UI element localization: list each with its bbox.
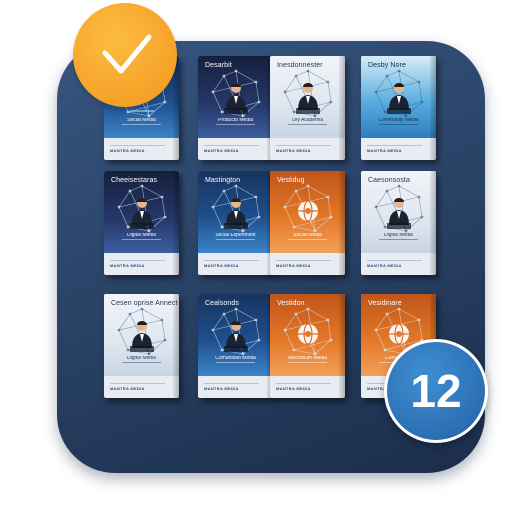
book-subtitle: Digital Media: [118, 233, 165, 240]
book-card[interactable]: Caesonsosta Digital Media MANTRA MEDIA: [361, 171, 436, 275]
publisher-label: MANTRA MEDIA: [276, 148, 311, 153]
book-card[interactable]: Cealsonds Comunidad Media MANTRA MEDIA: [198, 294, 273, 398]
book-subtitle: Social Experiment: [212, 233, 259, 240]
book-subtitle: Producto Media: [212, 118, 259, 125]
divider: [276, 145, 331, 146]
checkmark-icon: [102, 34, 152, 74]
book-cover: Vestidon Neconsum Media: [270, 294, 345, 376]
person-icon: [130, 198, 154, 229]
book-cover: Caesonsosta Digital Media: [361, 171, 436, 253]
book-cover: Inesdonnester Ley Academia: [270, 56, 345, 138]
divider: [276, 260, 331, 261]
person-icon: [387, 198, 411, 229]
divider: [367, 145, 422, 146]
count-badge: 12: [384, 339, 488, 443]
person-icon: [130, 321, 154, 352]
book-cover: Vestidug Social Media: [270, 171, 345, 253]
book-card[interactable]: Mastington Social Experiment MANTRA MEDIA: [198, 171, 273, 275]
divider: [110, 383, 165, 384]
publisher-label: MANTRA MEDIA: [110, 148, 145, 153]
divider: [204, 383, 259, 384]
divider: [110, 145, 165, 146]
globe-icon: [298, 323, 318, 345]
publisher-label: MANTRA MEDIA: [204, 148, 239, 153]
book-subtitle: Digital Media: [118, 356, 165, 363]
divider: [204, 145, 259, 146]
globe-icon: [298, 200, 318, 222]
person-icon: [224, 83, 248, 114]
book-cover: Mastington Social Experiment: [198, 171, 273, 253]
book-subtitle: Comunidad Media: [212, 356, 259, 363]
person-icon: [224, 198, 248, 229]
divider: [367, 260, 422, 261]
publisher-label: MANTRA MEDIA: [110, 263, 145, 268]
book-card[interactable]: Inesdonnester Ley Academia MANTRA MEDIA: [270, 56, 345, 160]
book-cover: Cealsonds Comunidad Media: [198, 294, 273, 376]
publisher-label: MANTRA MEDIA: [276, 263, 311, 268]
book-subtitle: Ley Academia: [284, 118, 331, 125]
book-card[interactable]: Vestidug Social Media MANTRA MEDIA: [270, 171, 345, 275]
person-icon: [296, 83, 320, 114]
book-card[interactable]: Desby Nore Community Media MANTRA MEDIA: [361, 56, 436, 160]
book-cover: Desarbit Producto Media: [198, 56, 273, 138]
book-cover: Cesen oprise Annect Digital Media: [104, 294, 179, 376]
divider: [110, 260, 165, 261]
book-subtitle: Neconsum Media: [284, 356, 331, 363]
book-card[interactable]: Cheeisestaras Digital Media MANTRA MEDIA: [104, 171, 179, 275]
book-cover: Cheeisestaras Digital Media: [104, 171, 179, 253]
publisher-label: MANTRA MEDIA: [204, 263, 239, 268]
book-card[interactable]: Vestidon Neconsum Media MANTRA MEDIA: [270, 294, 345, 398]
book-subtitle: Social Media: [284, 233, 331, 240]
publisher-label: MANTRA MEDIA: [276, 386, 311, 391]
book-card[interactable]: Desarbit Producto Media MANTRA MEDIA: [198, 56, 273, 160]
publisher-label: MANTRA MEDIA: [110, 386, 145, 391]
divider: [204, 260, 259, 261]
publisher-label: MANTRA MEDIA: [204, 386, 239, 391]
person-icon: [224, 321, 248, 352]
book-card[interactable]: Cesen oprise Annect Digital Media MANTRA M…: [104, 294, 179, 398]
check-badge: [73, 3, 177, 107]
publisher-label: MANTRA MEDIA: [367, 263, 402, 268]
book-subtitle: Social Media: [118, 118, 165, 125]
book-subtitle: Digital Media: [375, 233, 422, 240]
person-icon: [387, 83, 411, 114]
divider: [276, 383, 331, 384]
book-cover: Desby Nore Community Media: [361, 56, 436, 138]
book-subtitle: Community Media: [375, 118, 422, 125]
publisher-label: MANTRA MEDIA: [367, 148, 402, 153]
